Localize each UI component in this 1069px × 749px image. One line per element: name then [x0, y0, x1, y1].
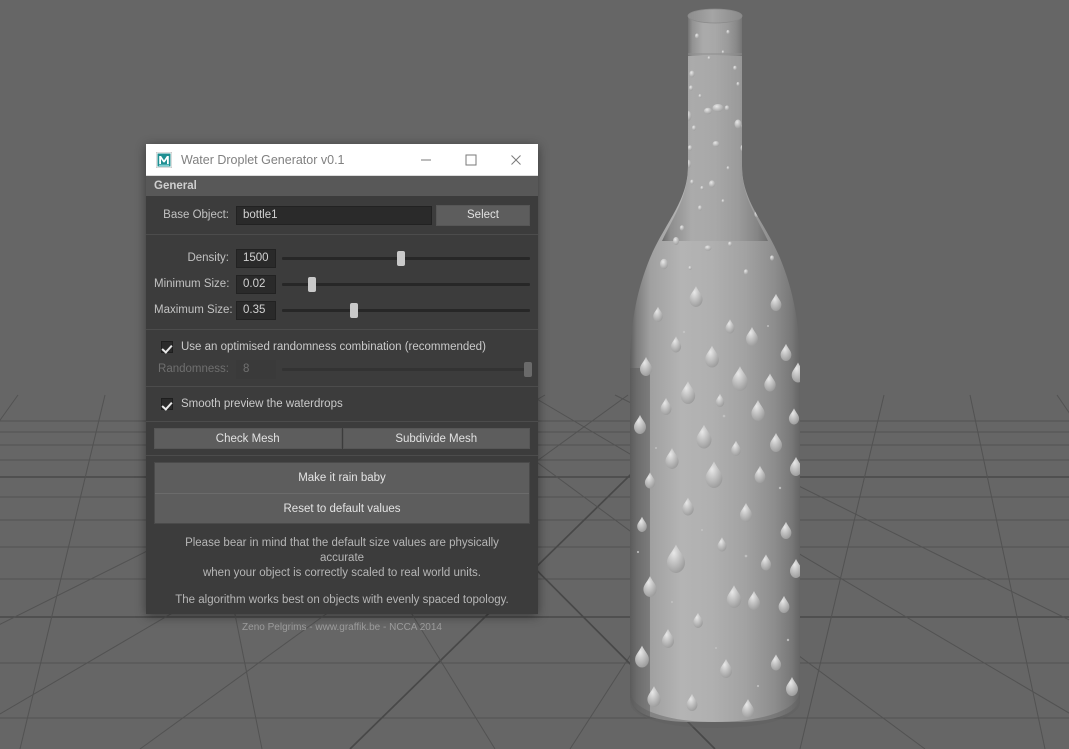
minimum-size-label: Minimum Size:	[154, 278, 236, 290]
maximize-icon[interactable]	[448, 144, 493, 175]
maximum-size-slider[interactable]	[282, 301, 530, 320]
randomness-row: Randomness: 8	[154, 358, 530, 380]
minimum-size-input[interactable]: 0.02	[236, 275, 276, 294]
note-line-1: Please bear in mind that the default siz…	[168, 536, 516, 566]
minimum-size-slider-handle[interactable]	[308, 277, 316, 292]
optimised-randomness-checkbox[interactable]: Use an optimised randomness combination …	[154, 336, 530, 358]
density-slider-handle[interactable]	[397, 251, 405, 266]
randomness-slider-handle	[524, 362, 532, 377]
note-line-3: The algorithm works best on objects with…	[168, 593, 516, 608]
density-slider-track	[282, 257, 530, 260]
note-line-2: when your object is correctly scaled to …	[168, 566, 516, 581]
section-header-label: General	[154, 180, 197, 192]
subdivide-mesh-button[interactable]: Subdivide Mesh	[343, 428, 531, 449]
randomness-input: 8	[236, 360, 276, 379]
density-input[interactable]: 1500	[236, 249, 276, 268]
minimize-icon[interactable]	[403, 144, 448, 175]
density-row: Density: 1500	[154, 247, 530, 269]
minimum-size-slider-track	[282, 283, 530, 286]
checkbox-box[interactable]	[161, 398, 173, 410]
maya-m-icon	[156, 152, 172, 168]
density-slider[interactable]	[282, 249, 530, 268]
randomness-label: Randomness:	[154, 363, 236, 375]
minimum-size-slider[interactable]	[282, 275, 530, 294]
randomness-slider-track	[282, 368, 530, 371]
reset-defaults-button[interactable]: Reset to default values	[155, 493, 529, 523]
checkbox-box[interactable]	[161, 341, 173, 353]
check-mesh-button[interactable]: Check Mesh	[154, 428, 342, 449]
optimised-randomness-label: Use an optimised randomness combination …	[181, 341, 486, 353]
credit-line: Zeno Pelgrims - www.graffik.be - NCCA 20…	[168, 620, 516, 635]
bottle-geometry	[630, 9, 800, 728]
maximum-size-slider-track	[282, 309, 530, 312]
smooth-preview-label: Smooth preview the waterdrops	[181, 398, 343, 410]
section-header-general: General	[146, 176, 538, 196]
maximum-size-input[interactable]: 0.35	[236, 301, 276, 320]
base-object-input[interactable]: bottle1	[236, 206, 432, 225]
density-label: Density:	[154, 252, 236, 264]
randomness-slider	[282, 360, 530, 379]
action-button-group: Make it rain baby Reset to default value…	[154, 462, 530, 524]
maximum-size-slider-handle[interactable]	[350, 303, 358, 318]
bottle-3d-object[interactable]	[580, 0, 870, 736]
minimum-size-row: Minimum Size: 0.02	[154, 273, 530, 295]
select-button[interactable]: Select	[436, 205, 530, 226]
smooth-preview-checkbox[interactable]: Smooth preview the waterdrops	[154, 393, 530, 415]
maximum-size-row: Maximum Size: 0.35	[154, 299, 530, 321]
maximum-size-label: Maximum Size:	[154, 304, 236, 316]
close-icon[interactable]	[493, 144, 538, 175]
base-object-row: Base Object: bottle1 Select	[154, 204, 530, 226]
make-it-rain-button[interactable]: Make it rain baby	[155, 463, 529, 493]
base-object-label: Base Object:	[154, 209, 236, 221]
mesh-button-group: Check Mesh Subdivide Mesh	[154, 428, 530, 449]
footer-notes: Please bear in mind that the default siz…	[154, 536, 530, 635]
window-titlebar[interactable]: Water Droplet Generator v0.1	[146, 144, 538, 176]
water-droplet-generator-window[interactable]: Water Droplet Generator v0.1 General Bas…	[146, 144, 538, 614]
window-title: Water Droplet Generator v0.1	[181, 153, 403, 167]
